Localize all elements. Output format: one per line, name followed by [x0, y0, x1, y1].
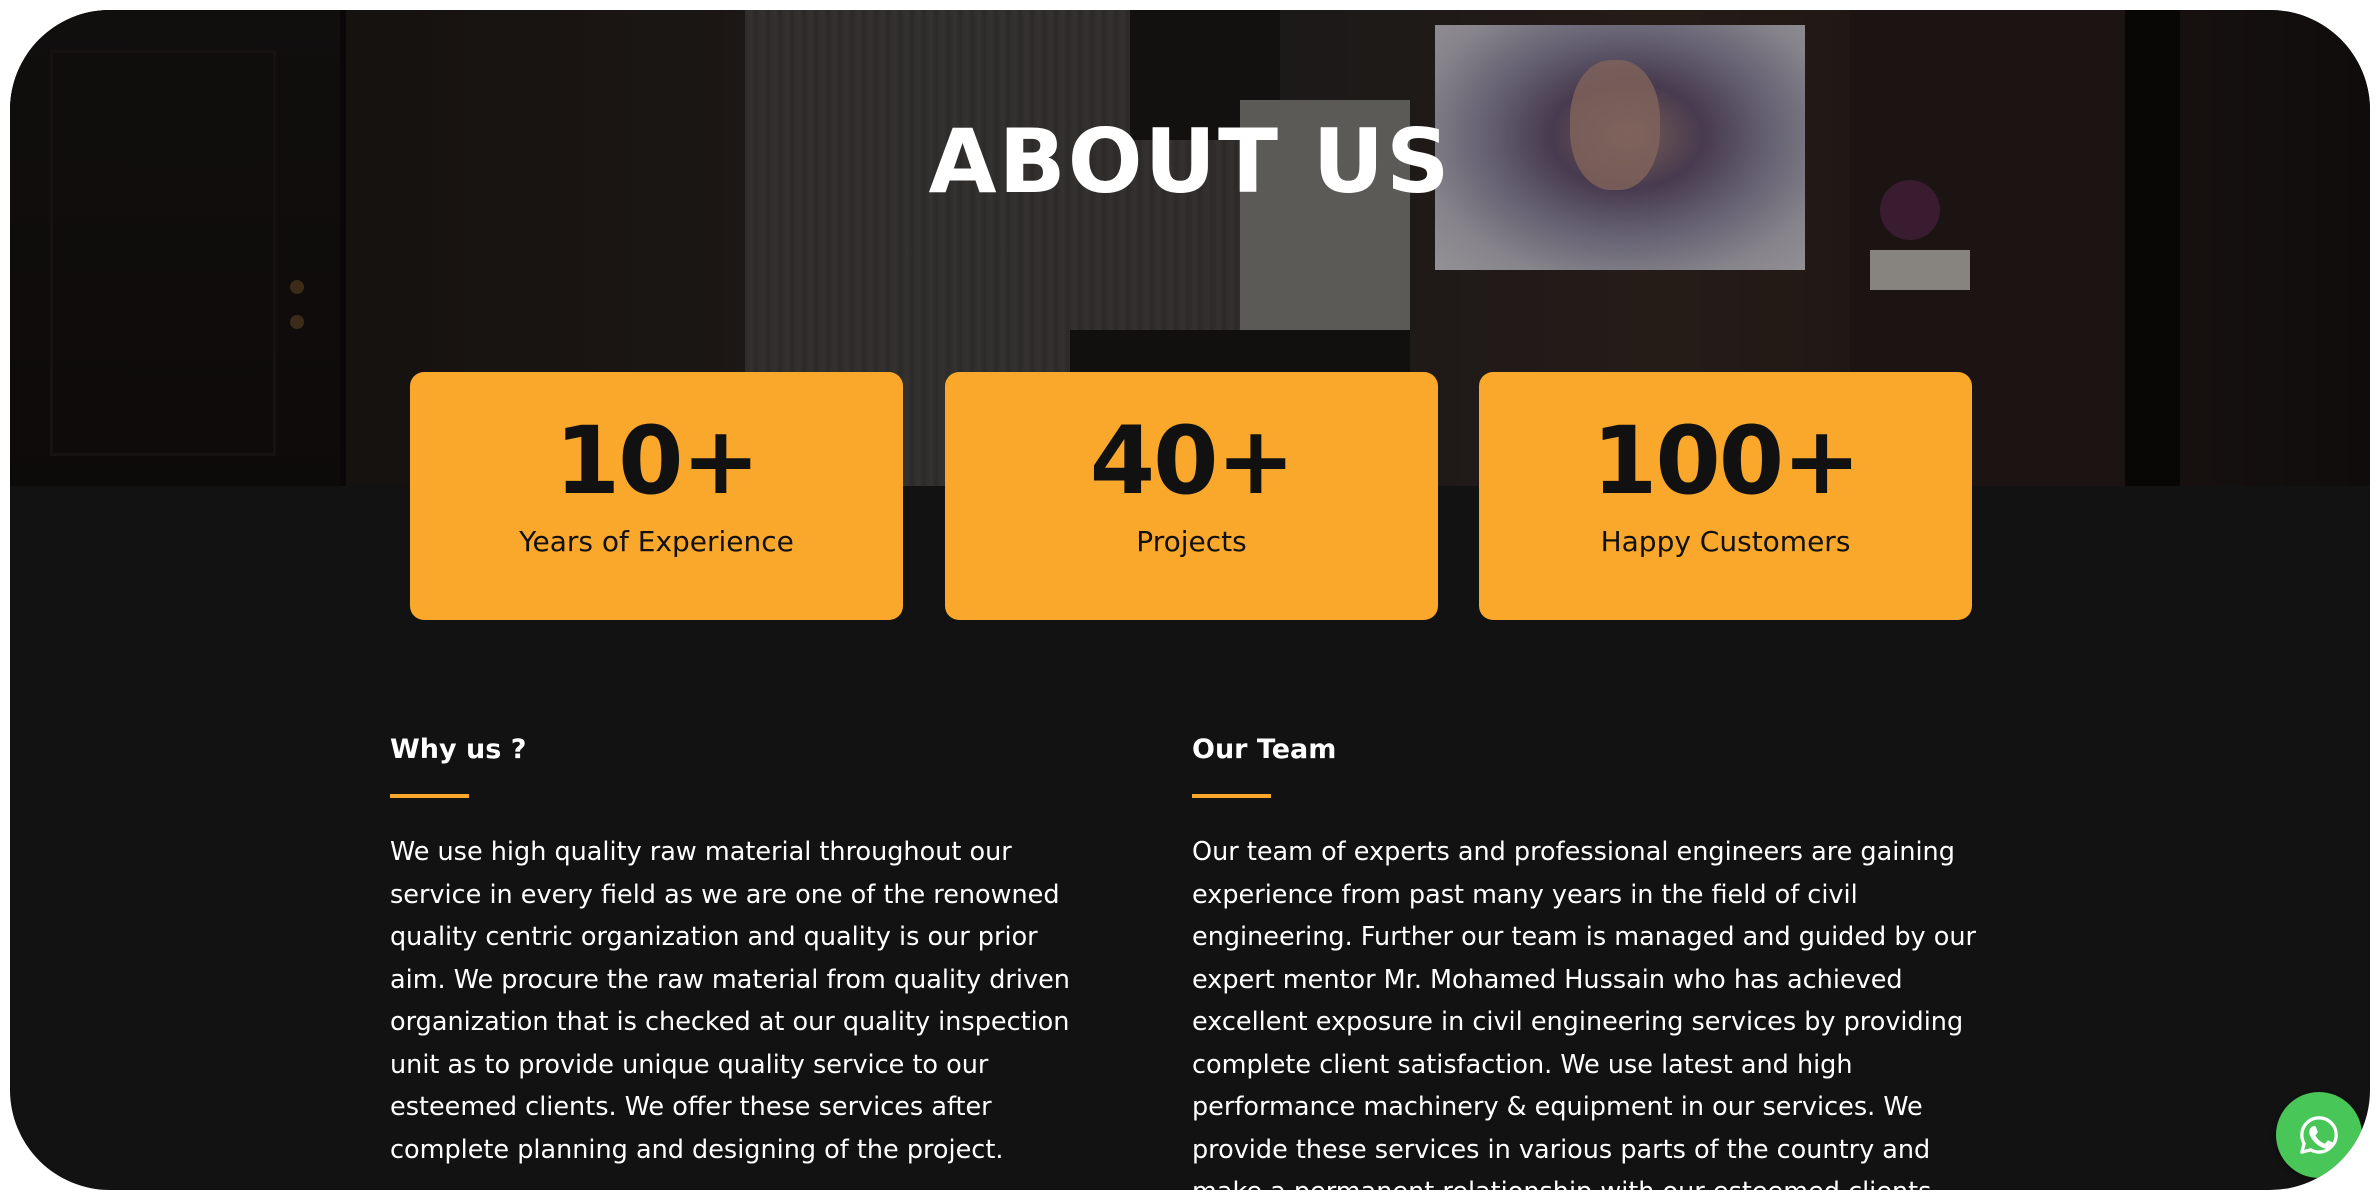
whatsapp-button[interactable] — [2276, 1092, 2362, 1178]
stat-value: 100+ — [1592, 407, 1861, 516]
why-us-text: We use high quality raw material through… — [390, 837, 1070, 1165]
stat-label: Happy Customers — [1600, 525, 1851, 558]
our-team-heading: Our Team — [1192, 734, 1337, 765]
our-team-text: Our team of experts and professional eng… — [1192, 837, 1976, 1190]
page-title: ABOUT US — [928, 110, 1452, 213]
stat-value: 40+ — [1089, 407, 1296, 516]
stat-card-experience: 10+ Years of Experience — [410, 372, 903, 620]
our-team-section: Our Team Our team of experts and profess… — [1192, 732, 2007, 1190]
why-us-heading: Why us ? — [390, 734, 527, 765]
stat-label: Years of Experience — [519, 525, 794, 558]
about-page: ABOUT US 10+ Years of Experience 40+ Pro… — [10, 10, 2370, 1190]
stat-card-customers: 100+ Happy Customers — [1479, 372, 1972, 620]
heading-underline — [390, 794, 469, 798]
stat-value: 10+ — [554, 407, 761, 516]
stat-label: Projects — [1136, 525, 1247, 558]
whatsapp-icon — [2300, 1116, 2338, 1154]
stat-card-projects: 40+ Projects — [945, 372, 1438, 620]
why-us-section: Why us ? We use high quality raw materia… — [390, 732, 1070, 1171]
heading-underline — [1192, 794, 1271, 798]
